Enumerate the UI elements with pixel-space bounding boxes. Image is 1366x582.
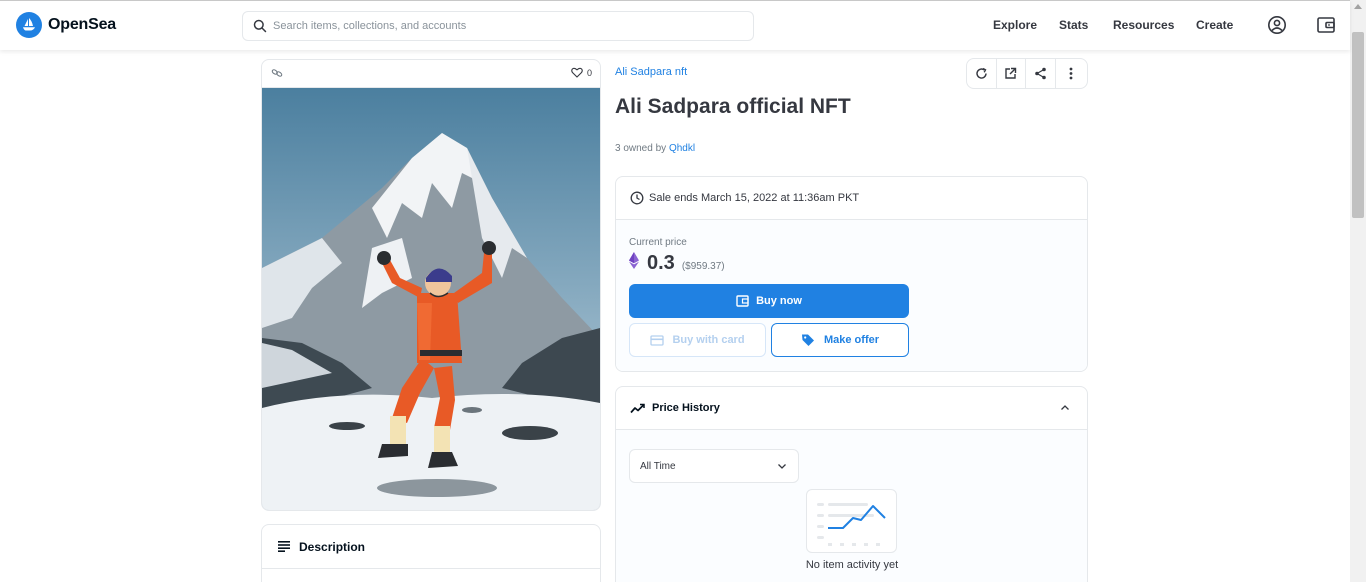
price-value: 0.3 [647,252,675,274]
scroll-thumb[interactable] [1352,32,1364,218]
external-link-icon [1005,67,1017,79]
description-lines-icon [278,541,290,552]
time-range-value: All Time [640,460,676,472]
chevron-up-icon[interactable] [1060,404,1070,411]
favorite-button[interactable]: 0 [571,67,592,78]
buy-now-label: Buy now [756,295,802,307]
price-history-panel: Price History All Time No item activity … [615,386,1088,582]
favorite-count: 0 [586,67,592,78]
sale-end-text: Sale ends March 15, 2022 at 11:36am PKT [649,192,860,204]
more-options-button[interactable] [1056,59,1087,88]
price-row: 0.3 ($959.37) [629,252,725,275]
price-history-body: All Time No item activity yet [616,430,1087,582]
wallet-icon [736,295,749,307]
search-bar[interactable] [242,11,754,41]
scroll-up-arrow-icon[interactable] [1354,4,1362,9]
search-icon [253,19,267,33]
share-button[interactable] [1026,59,1056,88]
external-link-button[interactable] [997,59,1027,88]
tag-icon [801,334,814,346]
vertical-dots-icon [1069,67,1073,80]
image-card-toolbar: 0 [262,60,600,88]
nav-stats[interactable]: Stats [1059,18,1088,32]
page-scrollbar[interactable] [1350,0,1366,582]
price-history-label: Price History [652,402,720,414]
refresh-icon [976,67,987,79]
make-offer-button[interactable]: Make offer [771,323,909,357]
buy-now-button[interactable]: Buy now [629,284,909,318]
brand-name: OpenSea [48,16,116,33]
owner-info: 3 owned by Qhdkl [615,143,695,154]
nav-create[interactable]: Create [1196,18,1233,32]
make-offer-label: Make offer [823,334,880,346]
opensea-logo-icon [16,12,42,38]
description-label: Description [299,539,366,554]
price-usd: ($959.37) [681,261,725,272]
chevron-down-icon [778,464,786,469]
nav-explore[interactable]: Explore [993,18,1037,32]
opensea-logo[interactable]: OpenSea [16,12,116,38]
buy-with-card-label: Buy with card [672,334,745,346]
owner-link[interactable]: Qhdkl [669,143,695,154]
owned-by-text: 3 owned by [615,143,669,154]
trade-panel: Sale ends March 15, 2022 at 11:36am PKT … [615,176,1088,372]
chain-icon[interactable] [271,68,283,78]
refresh-button[interactable] [967,59,997,88]
asset-title: Ali Sadpara official NFT [615,95,851,118]
empty-activity-text: No item activity yet [805,559,899,571]
search-input[interactable] [273,12,743,40]
wallet-icon[interactable] [1316,15,1336,35]
account-icon[interactable] [1267,15,1287,35]
nav-resources[interactable]: Resources [1113,18,1174,32]
buy-with-card-button[interactable]: Buy with card [629,323,766,357]
top-navbar: OpenSea Explore Stats Resources Create [0,0,1350,50]
clock-icon [630,191,644,205]
collection-link[interactable]: Ali Sadpara nft [615,66,687,78]
sale-end-row: Sale ends March 15, 2022 at 11:36am PKT [616,177,1087,220]
time-range-select[interactable]: All Time [629,449,799,483]
description-header[interactable]: Description [262,525,600,569]
empty-chart-illustration [806,489,897,553]
trending-line-icon [630,403,645,413]
credit-card-icon [650,334,665,346]
description-panel[interactable]: Description [261,524,601,582]
nft-image-card: 0 [261,59,601,511]
asset-actions [966,58,1088,89]
price-section: Current price 0.3 ($959.37) Buy now Buy … [616,220,1087,371]
empty-chart-icon [817,503,886,546]
price-history-header[interactable]: Price History [616,387,1087,430]
heart-icon [571,67,583,78]
current-price-label: Current price [629,237,687,248]
nft-artwork-image[interactable] [262,88,600,511]
share-icon [1034,67,1046,80]
ethereum-icon [629,252,639,269]
